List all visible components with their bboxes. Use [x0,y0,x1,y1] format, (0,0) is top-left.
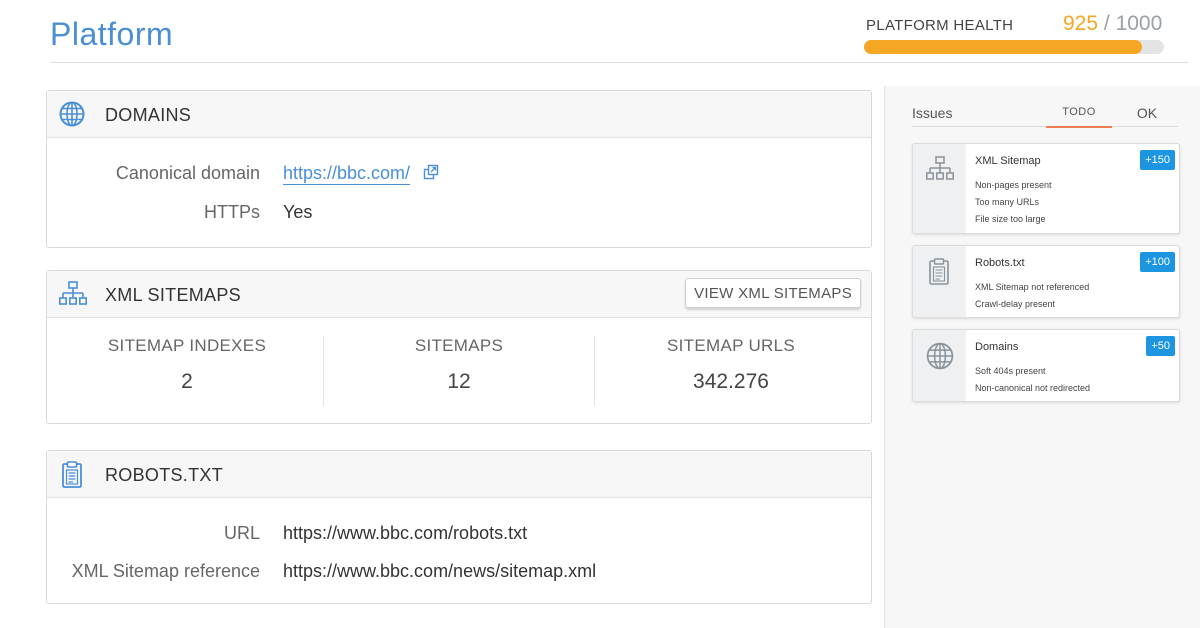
external-link-icon[interactable] [423,164,439,185]
platform-health-score: 925 / 1000 [1063,12,1162,36]
sitemap-reference-value: https://www.bbc.com/news/sitemap.xml [283,561,597,581]
issue-detail: Non-pages present [975,180,1052,190]
sitemap-icon [59,281,87,307]
header-divider [50,62,1188,63]
platform-health-label: PLATFORM HEALTH [866,17,1014,34]
view-xml-sitemaps-button[interactable]: VIEW XML SITEMAPS [685,278,861,308]
stat-value: 12 [447,370,471,393]
stat-label: SITEMAP INDEXES [107,336,267,355]
xml-sitemaps-card-header: XML SITEMAPS VIEW XML SITEMAPS [47,271,871,318]
stat-sitemaps: SITEMAPS 12 [323,336,595,394]
issue-card-domains[interactable]: Domains +50 Soft 404s present Non-canoni… [912,329,1180,402]
issue-icon-column [913,330,966,401]
issue-details: Soft 404s present Non-canonical not redi… [975,363,1090,397]
canonical-domain-link[interactable]: https://bbc.com/ [283,163,411,185]
issue-title: Robots.txt [975,257,1025,269]
health-score-value: 925 [1063,12,1099,35]
domains-card: DOMAINS Canonical domain https://bbc.com… [46,90,872,248]
issue-title: XML Sitemap [975,155,1041,167]
issue-icon-column [913,144,966,233]
sitemap-reference-label: XML Sitemap reference [71,561,260,581]
domains-card-header: DOMAINS [47,91,871,138]
robots-url-value: https://www.bbc.com/robots.txt [283,523,528,543]
robots-url-label: URL [223,523,260,543]
tab-active-indicator [1046,126,1112,128]
stat-value: 2 [181,370,193,393]
sitemap-icon [926,156,954,180]
issue-icon-column [913,246,966,317]
clipboard-icon [929,258,949,285]
issue-score-badge: +150 [1140,150,1175,170]
issue-detail: Non-canonical not redirected [975,383,1091,393]
issue-detail: File size too large [975,214,1046,224]
issue-detail: Soft 404s present [975,366,1046,376]
issue-detail: XML Sitemap not referenced [975,282,1090,292]
clipboard-icon [59,461,85,488]
canonical-domain-value: https://bbc.com/ [283,163,439,185]
health-progress-bar [864,40,1164,54]
issue-title: Domains [975,341,1019,353]
globe-icon [926,342,954,370]
health-score-separator: / [1103,12,1110,35]
issues-label: Issues [912,105,953,121]
https-label: HTTPs [204,202,260,222]
issue-card-robots-txt[interactable]: Robots.txt +100 XML Sitemap not referenc… [912,245,1180,318]
stat-value: 342.276 [693,370,769,393]
health-progress-fill [864,40,1142,54]
tab-todo[interactable]: TODO [1046,106,1112,132]
issue-score-badge: +50 [1146,336,1175,356]
issue-details: Non-pages present Too many URLs File siz… [975,177,1052,228]
stat-sitemap-urls: SITEMAP URLS 342.276 [595,336,867,394]
stat-label: SITEMAPS [414,336,504,355]
issue-score-badge: +100 [1140,252,1175,272]
https-value: Yes [283,202,313,222]
issue-details: XML Sitemap not referenced Crawl-delay p… [975,279,1089,313]
issue-detail: Crawl-delay present [975,299,1056,309]
page-title: Platform [50,16,174,52]
health-score-max: 1000 [1115,12,1163,35]
canonical-domain-label: Canonical domain [115,163,260,183]
robots-txt-card: ROBOTS.TXT URL https://www.bbc.com/robot… [46,450,872,604]
issues-panel: Issues TODO OK XML Sitemap +150 Non-page… [884,86,1200,628]
domains-card-title: DOMAINS [105,105,192,125]
stat-label: SITEMAP URLS [667,336,795,355]
xml-sitemaps-card-title: XML SITEMAPS [105,285,241,305]
tab-ok[interactable]: OK [1131,105,1163,131]
robots-txt-card-title: ROBOTS.TXT [105,465,224,485]
issue-detail: Too many URLs [975,197,1040,207]
stat-sitemap-indexes: SITEMAP INDEXES 2 [51,336,323,394]
xml-sitemaps-card: XML SITEMAPS VIEW XML SITEMAPS SITEMAP I… [46,270,872,424]
issue-card-xml-sitemap[interactable]: XML Sitemap +150 Non-pages present Too m… [912,143,1180,234]
sitemap-stats: SITEMAP INDEXES 2 SITEMAPS 12 SITEMAP UR… [47,318,871,422]
robots-txt-card-header: ROBOTS.TXT [47,451,871,498]
tabs-underline [912,126,1178,127]
globe-icon [59,101,85,127]
